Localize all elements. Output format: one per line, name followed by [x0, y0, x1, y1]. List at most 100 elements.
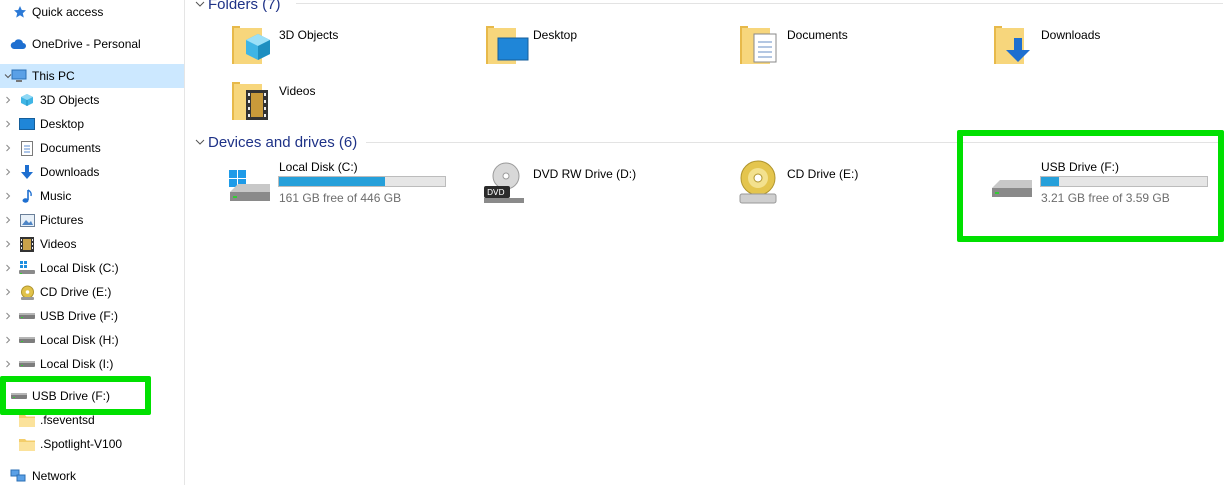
- nav-item-label: CD Drive (E:): [40, 285, 112, 299]
- drive-free-space: 3.21 GB free of 3.59 GB: [1041, 191, 1170, 205]
- chevron-right-icon[interactable]: [0, 280, 16, 304]
- nav-item-label: Videos: [40, 237, 77, 251]
- drive-tile-local-disk-c[interactable]: Local Disk (C:) 161 GB free of 446 GB: [226, 158, 451, 210]
- chevron-right-icon[interactable]: [0, 208, 16, 232]
- music-note-icon: [19, 188, 35, 204]
- chevron-right-icon[interactable]: [0, 136, 16, 160]
- dvd-drive-icon: DVD: [484, 162, 524, 203]
- folder-icon: [19, 412, 35, 428]
- nav-item-music[interactable]: Music: [0, 184, 184, 208]
- drive-tile-dvd-rw-d[interactable]: DVD DVD RW Drive (D:): [480, 158, 705, 210]
- desktop-folder-icon: [486, 26, 529, 64]
- nav-item-this-pc[interactable]: This PC: [0, 64, 184, 88]
- folder-icon: [19, 436, 35, 452]
- nav-item-onedrive[interactable]: OneDrive - Personal: [0, 32, 184, 56]
- group-title: Devices and drives (6): [208, 133, 358, 151]
- folder-tile-videos[interactable]: Videos: [230, 76, 460, 126]
- nav-item-label: Downloads: [40, 165, 100, 179]
- chevron-down-icon[interactable]: [192, 138, 208, 146]
- nav-item-label: USB Drive (F:): [40, 309, 118, 323]
- nav-item-quick-access[interactable]: Quick access: [0, 0, 184, 24]
- nav-item-label: Music: [40, 189, 72, 203]
- drive-usage-bar: [1040, 176, 1208, 187]
- nav-item-label: This PC: [32, 69, 75, 83]
- folder-label: 3D Objects: [279, 28, 339, 42]
- nav-item-usb-drive-f[interactable]: USB Drive (F:): [0, 304, 184, 328]
- nav-item-downloads[interactable]: Downloads: [0, 160, 184, 184]
- group-title: Folders (7): [208, 0, 281, 13]
- drive-icon: [19, 356, 35, 372]
- nav-item-local-disk-h[interactable]: Local Disk (H:): [0, 328, 184, 352]
- navigation-pane[interactable]: Quick access OneDrive - Personal This PC…: [0, 0, 185, 485]
- chevron-down-icon[interactable]: [192, 0, 208, 8]
- documents-folder-icon: [740, 26, 777, 64]
- chevron-right-icon[interactable]: [0, 88, 16, 112]
- computer-icon: [11, 68, 27, 84]
- chevron-right-icon[interactable]: [0, 304, 16, 328]
- chevron-right-icon[interactable]: [0, 256, 16, 280]
- nav-item-cd-drive-e[interactable]: CD Drive (E:): [0, 280, 184, 304]
- nav-item-local-disk-c[interactable]: Local Disk (C:): [0, 256, 184, 280]
- chevron-right-icon[interactable]: [0, 232, 16, 256]
- nav-item-label: .Spotlight-V100: [40, 437, 123, 451]
- nav-item-usb-drive-f-root[interactable]: USB Drive (F:): [0, 384, 184, 408]
- nav-item-label: Network: [32, 469, 77, 483]
- chevron-right-icon[interactable]: [0, 352, 16, 376]
- network-icon: [10, 468, 26, 484]
- nav-item-documents[interactable]: Documents: [0, 136, 184, 160]
- cd-drive-icon: [739, 160, 777, 204]
- usb-drive-icon: [992, 180, 1032, 197]
- nav-item-label: USB Drive (F:): [32, 389, 110, 403]
- drive-usage-fill: [279, 177, 386, 186]
- drive-free-space: 161 GB free of 446 GB: [279, 191, 402, 205]
- drive-usage-fill: [1041, 177, 1059, 186]
- drive-label: CD Drive (E:): [787, 167, 859, 181]
- nav-item-network[interactable]: Network: [0, 464, 184, 485]
- chevron-right-icon[interactable]: [0, 328, 16, 352]
- group-divider: [296, 3, 1223, 4]
- drive-tile-cd-e[interactable]: CD Drive (E:): [734, 158, 959, 210]
- nav-item-local-disk-i[interactable]: Local Disk (I:): [0, 352, 184, 376]
- folder-tile-desktop[interactable]: Desktop: [484, 20, 714, 70]
- nav-item-desktop[interactable]: Desktop: [0, 112, 184, 136]
- nav-item-label: Pictures: [40, 213, 84, 227]
- drive-label: USB Drive (F:): [1041, 160, 1119, 174]
- nav-item-fseventsd[interactable]: .fseventsd: [0, 408, 184, 432]
- nav-item-3d-objects[interactable]: 3D Objects: [0, 88, 184, 112]
- folder-label: Desktop: [533, 28, 578, 42]
- nav-item-label: .fseventsd: [40, 413, 95, 427]
- nav-item-spotlight[interactable]: .Spotlight-V100: [0, 432, 184, 456]
- nav-item-pictures[interactable]: Pictures: [0, 208, 184, 232]
- group-header-devices[interactable]: Devices and drives (6): [192, 132, 357, 152]
- group-header-folders[interactable]: Folders (7): [192, 0, 281, 14]
- chevron-right-icon[interactable]: [0, 112, 16, 136]
- drive-label: DVD RW Drive (D:): [533, 167, 637, 181]
- drive-usage-bar: [278, 176, 446, 187]
- chevron-right-icon[interactable]: [0, 160, 16, 184]
- nav-item-label: Local Disk (H:): [40, 333, 119, 347]
- document-icon: [19, 140, 35, 156]
- drive-icon: [19, 308, 35, 324]
- nav-item-videos[interactable]: Videos: [0, 232, 184, 256]
- folder-label: Videos: [279, 84, 316, 98]
- folder-label: Documents: [787, 28, 848, 42]
- folder-tile-downloads[interactable]: Downloads: [992, 20, 1222, 70]
- desktop-icon: [19, 116, 35, 132]
- folder-tile-documents[interactable]: Documents: [738, 20, 968, 70]
- folder-tile-3d-objects[interactable]: 3D Objects: [230, 20, 460, 70]
- cloud-icon: [10, 36, 26, 52]
- chevron-right-icon[interactable]: [0, 184, 16, 208]
- nav-item-label: Local Disk (I:): [40, 357, 114, 371]
- drive-icon: [11, 388, 27, 404]
- 3d-objects-folder-icon: [232, 26, 270, 64]
- content-pane[interactable]: Folders (7) 3D Objects Desktop Documents…: [186, 0, 1231, 485]
- svg-text:DVD: DVD: [487, 188, 505, 197]
- windows-drive-icon: [229, 170, 270, 201]
- folder-label: Downloads: [1041, 28, 1101, 42]
- videos-folder-icon: [232, 82, 268, 120]
- cube-icon: [19, 92, 35, 108]
- nav-item-label: 3D Objects: [40, 93, 100, 107]
- drive-tile-usb-f[interactable]: USB Drive (F:) 3.21 GB free of 3.59 GB: [988, 158, 1213, 210]
- nav-item-label: OneDrive - Personal: [32, 37, 141, 51]
- picture-icon: [19, 212, 35, 228]
